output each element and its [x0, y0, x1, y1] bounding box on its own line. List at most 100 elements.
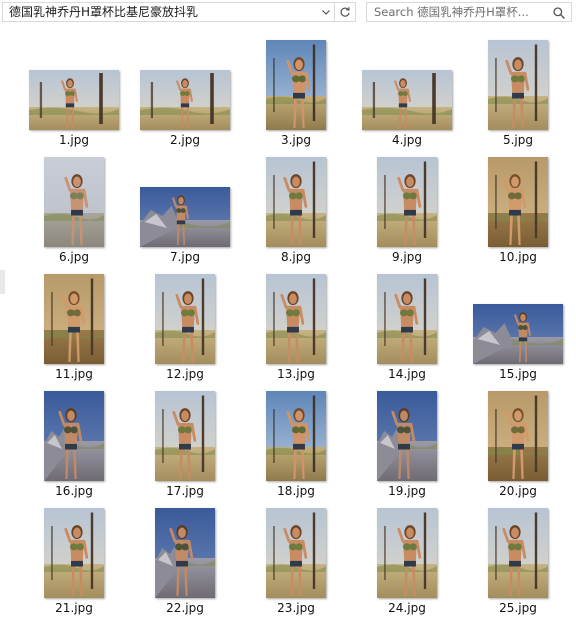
file-item[interactable]: 12.jpg	[136, 272, 234, 390]
thumbnail-frame[interactable]	[25, 272, 123, 364]
thumbnail-frame[interactable]	[247, 389, 345, 481]
file-item[interactable]: 11.jpg	[25, 272, 123, 390]
image-thumbnail[interactable]	[44, 274, 104, 364]
file-item[interactable]: 2.jpg	[136, 38, 234, 156]
thumbnail-frame[interactable]	[136, 155, 234, 247]
image-thumbnail[interactable]	[377, 157, 437, 247]
image-thumbnail[interactable]	[488, 157, 548, 247]
chevron-down-icon[interactable]	[319, 3, 333, 21]
file-item[interactable]: 6.jpg	[25, 155, 123, 273]
file-name-label[interactable]: 7.jpg	[136, 250, 234, 264]
file-name-label[interactable]: 24.jpg	[358, 601, 456, 615]
file-item[interactable]: 18.jpg	[247, 389, 345, 507]
thumbnail-frame[interactable]	[469, 38, 567, 130]
thumbnail-frame[interactable]	[25, 389, 123, 481]
file-item[interactable]: 16.jpg	[25, 389, 123, 507]
image-thumbnail[interactable]	[377, 274, 437, 364]
image-thumbnail[interactable]	[488, 508, 548, 598]
file-item[interactable]: 8.jpg	[247, 155, 345, 273]
file-name-label[interactable]: 11.jpg	[25, 367, 123, 381]
file-name-label[interactable]: 14.jpg	[358, 367, 456, 381]
thumbnail-frame[interactable]	[136, 389, 234, 481]
thumbnail-frame[interactable]	[247, 155, 345, 247]
file-name-label[interactable]: 17.jpg	[136, 484, 234, 498]
image-thumbnail[interactable]	[29, 70, 119, 130]
file-item[interactable]: 25.jpg	[469, 506, 567, 624]
file-name-label[interactable]: 9.jpg	[358, 250, 456, 264]
image-thumbnail[interactable]	[488, 391, 548, 481]
file-item[interactable]: 4.jpg	[358, 38, 456, 156]
file-item[interactable]: 7.jpg	[136, 155, 234, 273]
search-icon[interactable]	[552, 5, 566, 19]
file-item[interactable]: 21.jpg	[25, 506, 123, 624]
file-name-label[interactable]: 6.jpg	[25, 250, 123, 264]
file-name-label[interactable]: 16.jpg	[25, 484, 123, 498]
image-thumbnail[interactable]	[155, 274, 215, 364]
file-item[interactable]: 14.jpg	[358, 272, 456, 390]
file-name-label[interactable]: 22.jpg	[136, 601, 234, 615]
file-item[interactable]: 22.jpg	[136, 506, 234, 624]
thumbnail-frame[interactable]	[358, 155, 456, 247]
image-thumbnail[interactable]	[140, 70, 230, 130]
image-thumbnail[interactable]	[44, 391, 104, 481]
file-name-label[interactable]: 25.jpg	[469, 601, 567, 615]
search-box[interactable]: Search 德国乳神乔丹H罩杯...	[366, 2, 572, 22]
thumbnail-frame[interactable]	[247, 506, 345, 598]
image-thumbnail[interactable]	[44, 508, 104, 598]
file-item[interactable]: 17.jpg	[136, 389, 234, 507]
image-thumbnail[interactable]	[377, 391, 437, 481]
thumbnail-frame[interactable]	[136, 272, 234, 364]
thumbnail-frame[interactable]	[136, 38, 234, 130]
thumbnail-frame[interactable]	[136, 506, 234, 598]
thumbnail-frame[interactable]	[25, 38, 123, 130]
file-name-label[interactable]: 4.jpg	[358, 133, 456, 147]
file-item[interactable]: 5.jpg	[469, 38, 567, 156]
file-item[interactable]: 19.jpg	[358, 389, 456, 507]
address-bar[interactable]: 德国乳神乔丹H罩杯比基尼豪放抖乳	[2, 2, 356, 22]
file-name-label[interactable]: 18.jpg	[247, 484, 345, 498]
thumbnail-frame[interactable]	[469, 506, 567, 598]
file-name-label[interactable]: 23.jpg	[247, 601, 345, 615]
file-name-label[interactable]: 10.jpg	[469, 250, 567, 264]
pane-splitter[interactable]	[0, 270, 5, 294]
file-item[interactable]: 24.jpg	[358, 506, 456, 624]
thumbnail-frame[interactable]	[25, 155, 123, 247]
file-item[interactable]: 3.jpg	[247, 38, 345, 156]
file-name-label[interactable]: 21.jpg	[25, 601, 123, 615]
thumbnail-frame[interactable]	[247, 272, 345, 364]
image-thumbnail[interactable]	[266, 391, 326, 481]
refresh-icon[interactable]	[334, 3, 355, 21]
image-thumbnail[interactable]	[362, 70, 452, 130]
thumbnail-frame[interactable]	[469, 389, 567, 481]
thumbnail-frame[interactable]	[358, 272, 456, 364]
image-thumbnail[interactable]	[473, 304, 563, 364]
file-name-label[interactable]: 3.jpg	[247, 133, 345, 147]
image-thumbnail[interactable]	[266, 40, 326, 130]
file-name-label[interactable]: 19.jpg	[358, 484, 456, 498]
file-name-label[interactable]: 12.jpg	[136, 367, 234, 381]
image-thumbnail[interactable]	[266, 157, 326, 247]
file-name-label[interactable]: 5.jpg	[469, 133, 567, 147]
file-item[interactable]: 9.jpg	[358, 155, 456, 273]
address-path[interactable]: 德国乳神乔丹H罩杯比基尼豪放抖乳	[9, 3, 198, 21]
thumbnail-frame[interactable]	[358, 389, 456, 481]
image-thumbnail[interactable]	[44, 157, 104, 247]
file-item[interactable]: 15.jpg	[469, 272, 567, 390]
file-item[interactable]: 1.jpg	[25, 38, 123, 156]
file-item[interactable]: 23.jpg	[247, 506, 345, 624]
image-thumbnail[interactable]	[266, 508, 326, 598]
thumbnail-frame[interactable]	[247, 38, 345, 130]
image-thumbnail[interactable]	[377, 508, 437, 598]
thumbnail-frame[interactable]	[25, 506, 123, 598]
image-thumbnail[interactable]	[488, 40, 548, 130]
file-name-label[interactable]: 2.jpg	[136, 133, 234, 147]
thumbnail-frame[interactable]	[469, 155, 567, 247]
file-item[interactable]: 10.jpg	[469, 155, 567, 273]
thumbnail-frame[interactable]	[358, 506, 456, 598]
image-thumbnail[interactable]	[140, 187, 230, 247]
image-thumbnail[interactable]	[155, 391, 215, 481]
file-item[interactable]: 20.jpg	[469, 389, 567, 507]
file-name-label[interactable]: 15.jpg	[469, 367, 567, 381]
thumbnail-frame[interactable]	[358, 38, 456, 130]
image-thumbnail[interactable]	[155, 508, 215, 598]
